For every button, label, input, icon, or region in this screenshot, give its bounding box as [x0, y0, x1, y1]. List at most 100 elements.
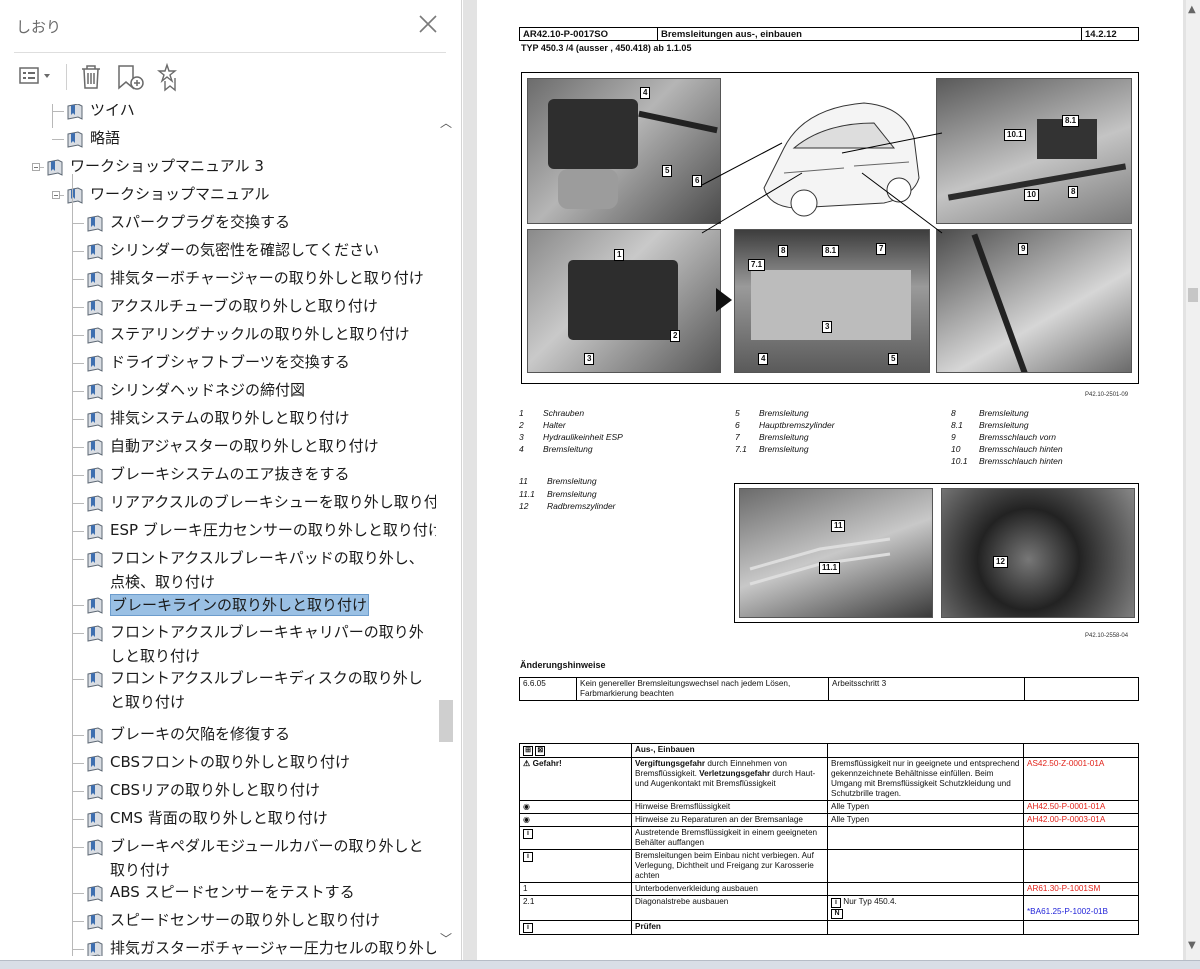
bookmark-item[interactable]: CMS 背面の取り外しと取り付け: [86, 806, 434, 830]
bookmark-item[interactable]: 排気ガスターボチャージャー圧力セルの取り外しと: [86, 936, 436, 956]
tree-connector: [72, 819, 84, 820]
legend-text: Hydraulikeinheit ESP: [543, 432, 623, 442]
bookmark-item[interactable]: CBSフロントの取り外しと取り付け: [86, 750, 434, 774]
bookmark-item[interactable]: フロントアクスルブレーキキャリパーの取り外しと取り付け: [86, 620, 434, 670]
table-cell: [1024, 677, 1139, 701]
bookmark-item[interactable]: ESP ブレーキ圧力センサーの取り外しと取り付け: [86, 518, 436, 542]
tree-connector: [72, 605, 84, 606]
doc-link[interactable]: AR61.30-P-1001SM: [1023, 882, 1139, 896]
changes-heading: Änderungshinweise: [520, 660, 606, 670]
table-cell: Hinweise zu Reparaturen an der Bremsanla…: [631, 813, 828, 827]
collapse-toggle[interactable]: [32, 163, 40, 171]
bookmark-icon: [87, 597, 103, 614]
figure-reference: P42.10-2558-04: [1085, 633, 1129, 639]
trash-icon[interactable]: [78, 62, 104, 92]
table-cell: Bremsleitungen beim Einbau nicht verbieg…: [631, 849, 828, 883]
bookmark-item[interactable]: ABS スピードセンサーをテストする: [86, 880, 434, 904]
bookmark-label: アクスルチューブの取り外しと取り付け: [110, 297, 378, 315]
legend-column: 8 Bremsleitung 8.1 Bremsleitung 9 Bremsschlau…: [951, 408, 1151, 470]
bookmark-icon: [87, 243, 103, 260]
table-cell: Aus-, Einbauen: [631, 743, 828, 758]
tree-connector: [72, 475, 84, 476]
bookmark-icon: [87, 411, 103, 428]
table-cell: ⚠ Gefahr!: [519, 757, 632, 801]
table-cell: 1: [519, 882, 632, 896]
table-cell: i: [519, 849, 632, 883]
bookmark-icon: [87, 495, 103, 512]
bookmark-item[interactable]: ブレーキの欠陥を修復する: [86, 722, 434, 746]
bookmark-item[interactable]: スパークプラグを交換する: [86, 210, 434, 234]
bookmark-item[interactable]: シリンダーの気密性を確認してください: [86, 238, 434, 262]
tree-connector: [72, 791, 84, 792]
doc-link[interactable]: AH42.00-P-0003-01A: [1023, 813, 1139, 827]
scrollbar-thumb[interactable]: [439, 700, 453, 742]
bookmarks-toolbar: [0, 56, 462, 100]
leader-lines: [701, 132, 943, 234]
legend-text: Bremsleitung: [759, 432, 809, 442]
legend-number: 11.1: [519, 488, 535, 499]
list-options-icon[interactable]: [18, 62, 58, 92]
chevron-down-icon[interactable]: ﹀: [440, 930, 452, 947]
chevron-up-icon[interactable]: ︿: [440, 114, 452, 131]
doc-title: Bremsleitungen aus-, einbauen: [661, 29, 802, 40]
bookmark-icon: [87, 727, 103, 744]
bookmark-icon: [87, 625, 103, 642]
tree-connector: [72, 893, 84, 894]
bookmark-icon: [87, 885, 103, 902]
table-cell: [1023, 826, 1139, 850]
collapse-toggle[interactable]: [52, 191, 60, 199]
table-cell: ◉: [519, 813, 632, 827]
bookmark-item[interactable]: ドライブシャフトブーツを交換する: [86, 350, 434, 374]
bookmark-label: 自動アジャスターの取り外しと取り付け: [110, 437, 379, 455]
bookmark-item[interactable]: ブレーキペダルモジュールカバーの取り外しと取り付け: [86, 834, 434, 884]
scrollbar-thumb[interactable]: [1188, 288, 1198, 302]
warning-icon: ⚠: [523, 759, 531, 768]
bookmark-item[interactable]: 自動アジャスターの取り外しと取り付け: [86, 434, 434, 458]
doc-link[interactable]: AH42.50-P-0001-01A: [1023, 800, 1139, 814]
chevron-up-icon[interactable]: ▲: [1188, 4, 1196, 15]
add-bookmark-icon[interactable]: [114, 62, 146, 92]
bookmark-label: ワークショップマニュアル: [90, 185, 270, 203]
bookmark-item[interactable]: 排気システムの取り外しと取り付け: [86, 406, 434, 430]
bookmark-item[interactable]: ブレーキシステムのエア抜きをする: [86, 462, 434, 486]
table-cell: Diagonalstrebe ausbauen: [631, 895, 828, 921]
legend-text: Radbremszylinder: [547, 501, 616, 511]
doc-link[interactable]: *BA61.25-P-1002-01B: [1027, 907, 1108, 916]
bookmark-item[interactable]: シリンダヘッドネジの締付図: [86, 378, 434, 402]
bookmark-item[interactable]: スピードセンサーの取り外しと取り付け: [86, 908, 434, 932]
tree-connector: [72, 419, 84, 420]
bookmark-item[interactable]: 排気ターボチャージャーの取り外しと取り付け: [86, 266, 434, 290]
bookmark-item[interactable]: ステアリングナックルの取り外しと取り付け: [86, 322, 434, 346]
bookmark-item[interactable]: アクスルチューブの取り外しと取り付け: [86, 294, 434, 318]
bookmark-item[interactable]: 略語: [66, 126, 434, 150]
bookmark-icon: [87, 383, 103, 400]
table-row: 1 Unterbodenverkleidung ausbauen AR61.30…: [519, 882, 1139, 896]
tree-connector: [72, 363, 84, 364]
bookmark-item[interactable]: リアアクスルのブレーキシューを取り外し取り付け: [86, 490, 436, 514]
tree-connector: [72, 559, 84, 560]
table-cell: i: [519, 826, 632, 850]
callout-label: 10: [1024, 189, 1039, 201]
bookmark-icon: [87, 467, 103, 484]
bookmarks-scrollbar[interactable]: ︿ ﹀: [436, 104, 458, 956]
legend-number: 6: [735, 420, 740, 430]
info-icon: i: [523, 829, 533, 839]
bookmark-tree: ツイハ略語ワークショップマニュアル 3 ワークショップマニュアルスパークプラグを交…: [0, 104, 436, 956]
bookmark-item[interactable]: CBSリアの取り外しと取り付け: [86, 778, 434, 802]
bookmark-item[interactable]: ワークショップマニュアル: [66, 182, 434, 206]
chevron-down-icon[interactable]: ▼: [1188, 940, 1196, 951]
table-cell: Kein genereller Bremsleitungswechsel nac…: [576, 677, 829, 701]
bookmark-item[interactable]: ブレーキラインの取り外しと取り付け: [86, 592, 434, 616]
bookmark-item[interactable]: フロントアクスルブレーキディスクの取り外しと取り付け: [86, 666, 434, 716]
bookmark-label: 排気システムの取り外しと取り付け: [110, 409, 350, 427]
callout-label: 12: [993, 556, 1008, 568]
document-scrollbar[interactable]: ▲ ▼: [1186, 0, 1200, 960]
close-icon[interactable]: [416, 12, 440, 36]
doc-link[interactable]: AS42.50-Z-0001-01A: [1023, 757, 1139, 801]
bookmark-item[interactable]: ワークショップマニュアル 3: [46, 154, 434, 178]
find-bookmark-icon[interactable]: [154, 62, 188, 92]
bookmark-item[interactable]: ツイハ: [66, 104, 434, 122]
bookmark-item[interactable]: フロントアクスルブレーキパッドの取り外し、点検、取り付け: [86, 546, 434, 596]
table-cell: Hinweise Bremsflüssigkeit: [631, 800, 828, 814]
legend-number: 11: [519, 476, 528, 486]
